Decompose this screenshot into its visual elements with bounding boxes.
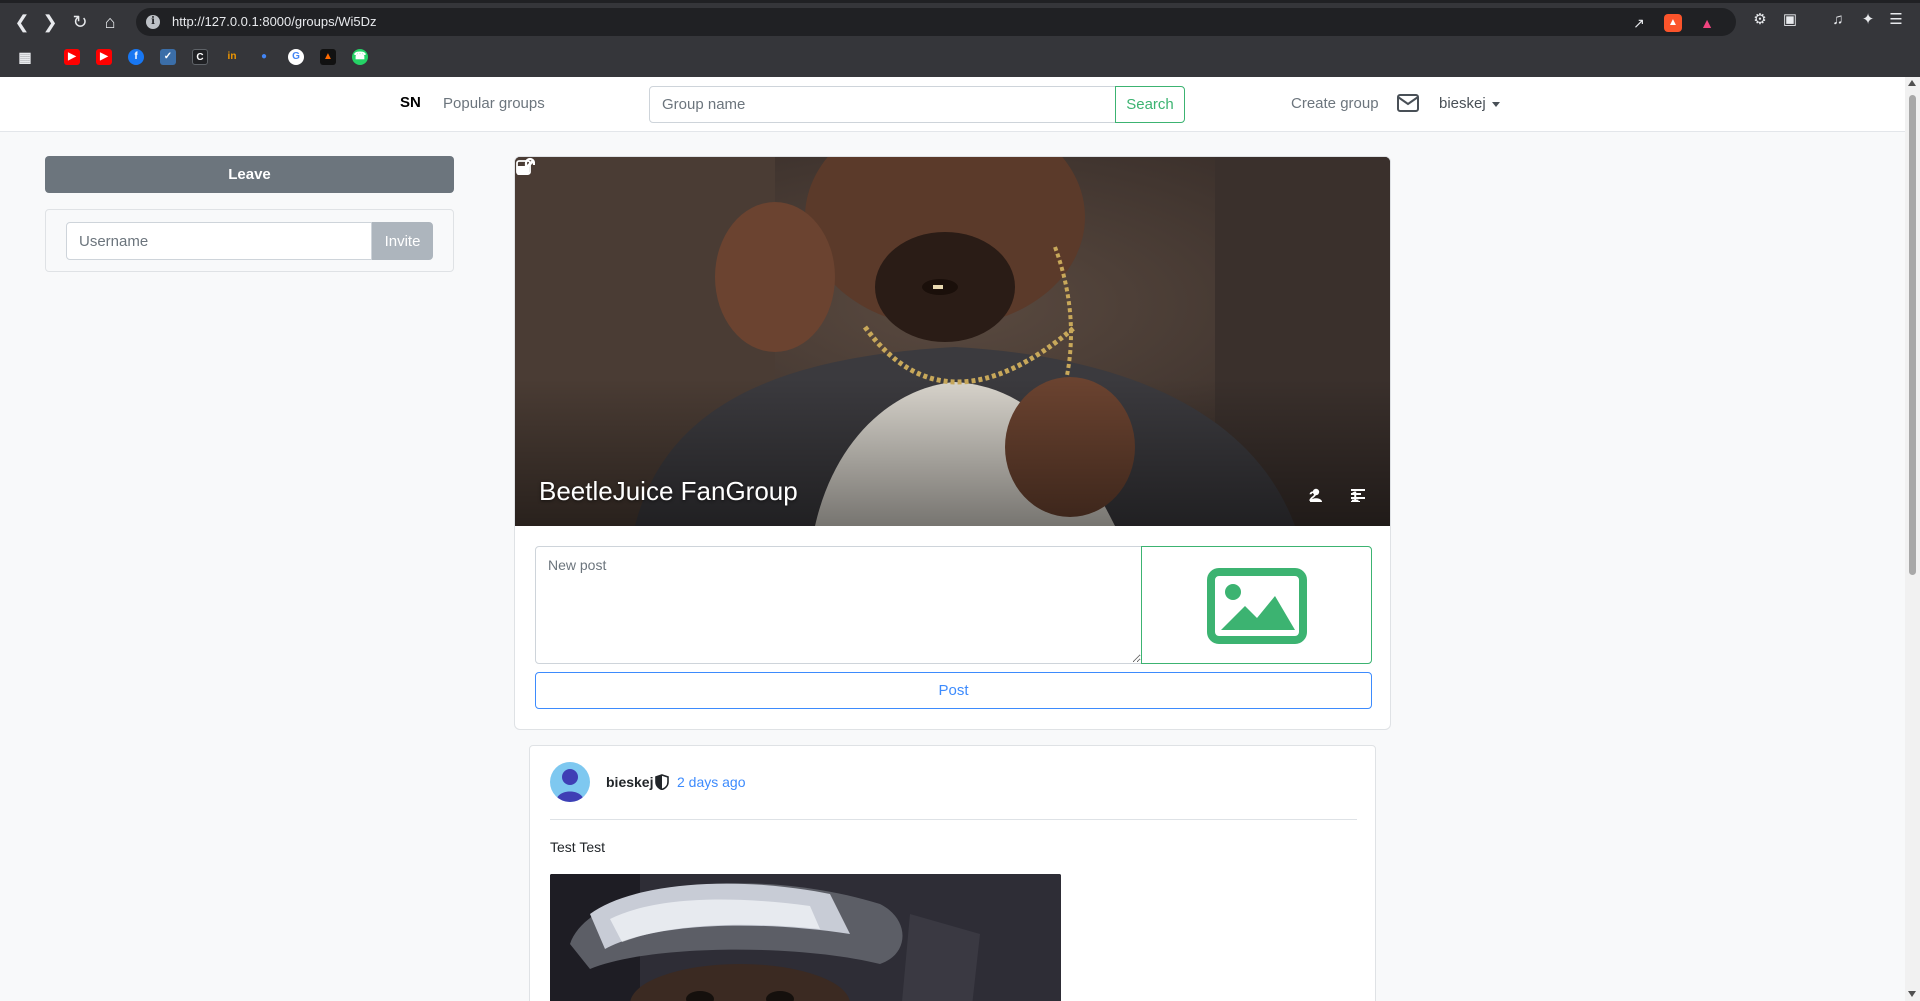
group-search-input[interactable] [649,86,1116,123]
post-text: Test Test [550,839,605,855]
post-timestamp[interactable]: 2 days ago [677,774,746,790]
apps-grid-icon[interactable]: ▦ [17,49,33,65]
extensions-icon[interactable]: ⚙ [1750,10,1770,30]
app-navbar: SN Popular groups Search Create group bi… [0,77,1905,132]
rewards-icon[interactable]: ▲ [1698,14,1716,32]
share-icon[interactable]: ↗ [1630,14,1648,32]
dark-bookmark-icon[interactable]: ▲ [320,49,336,65]
home-icon[interactable]: ⌂ [98,10,122,34]
create-group-link[interactable]: Create group [1291,95,1379,112]
leo-ai-icon[interactable]: ✦ [1858,10,1878,30]
user-dropdown-label: bieskej [1439,95,1486,112]
mail-icon[interactable] [1397,94,1419,112]
image-upload-button[interactable] [1141,546,1372,664]
search-button[interactable]: Search [1115,86,1185,123]
blank-bookmark-icon[interactable]: ● [256,49,272,65]
brand-logo[interactable]: SN [400,94,421,111]
post-button[interactable]: Post [535,672,1372,709]
back-icon[interactable]: ❮ [10,10,34,34]
youtube-bookmark-icon-2[interactable]: ▶ [96,49,112,65]
url-text: http://127.0.0.1:8000/groups/Wi5Dz [172,14,377,29]
scroll-down-icon[interactable] [1908,991,1916,997]
image-icon [1207,568,1307,644]
scroll-thumb[interactable] [1909,95,1916,575]
bookmarks-bar: ▦ ▶ ▶ f ✓ C in ● G ▲ ☎ [0,44,1920,68]
brave-shields-icon[interactable]: ▲ [1664,14,1682,32]
in-bookmark-icon[interactable]: in [224,49,240,65]
wallet-icon[interactable]: ▣ [1780,10,1800,30]
checkmark-bookmark-icon[interactable]: ✓ [160,49,176,65]
forward-icon[interactable]: ❯ [38,10,62,34]
list-icon [1351,489,1365,502]
google-bookmark-icon[interactable]: G [288,49,304,65]
post-card: bieskej 2 days ago Test Test [529,745,1376,1001]
caret-down-icon [1491,101,1500,107]
youtube-bookmark-icon[interactable]: ▶ [64,49,80,65]
browser-top-edge [0,0,1920,3]
cover-photo-illustration [515,157,1390,526]
leave-group-button[interactable]: Leave [45,156,454,193]
page-scrollbar[interactable] [1905,77,1920,1001]
edit-icon[interactable] [515,157,535,177]
post-image[interactable] [550,874,1061,1001]
browser-chrome: ❮ ❯ ↻ ⌂ i http://127.0.0.1:8000/groups/W… [0,0,1920,77]
shield-icon [655,774,669,790]
invite-card: Invite [45,209,454,272]
popular-groups-link[interactable]: Popular groups [443,95,545,112]
user-dropdown[interactable]: bieskej [1439,95,1500,112]
post-count: 1 [1351,488,1365,504]
group-cover-image: BeetleJuice FanGroup 2 1 [515,157,1390,526]
facebook-bookmark-icon[interactable]: f [128,49,144,65]
invite-username-input[interactable] [66,222,372,260]
post-author[interactable]: bieskej [606,774,653,790]
menu-icon[interactable]: ☰ [1886,10,1906,30]
group-name: BeetleJuice FanGroup [539,476,798,506]
invite-button[interactable]: Invite [372,222,433,260]
user-avatar-icon [556,769,584,802]
site-info-icon[interactable]: i [146,15,160,29]
post-photo-illustration [550,874,1061,1001]
post-divider [550,819,1357,820]
scroll-up-icon[interactable] [1908,80,1916,86]
user-icon [1310,488,1322,502]
whatsapp-bookmark-icon[interactable]: ☎ [352,49,368,65]
reload-icon[interactable]: ↻ [68,10,92,34]
group-card: BeetleJuice FanGroup 2 1 Post [514,156,1391,730]
media-icon[interactable]: ♫ [1828,10,1848,30]
address-bar[interactable]: i http://127.0.0.1:8000/groups/Wi5Dz ↗ ▲… [136,8,1736,36]
c-bookmark-icon[interactable]: C [192,49,208,65]
avatar[interactable] [550,762,590,802]
new-post-textarea[interactable] [535,546,1142,664]
member-count: 2 [1309,488,1322,504]
